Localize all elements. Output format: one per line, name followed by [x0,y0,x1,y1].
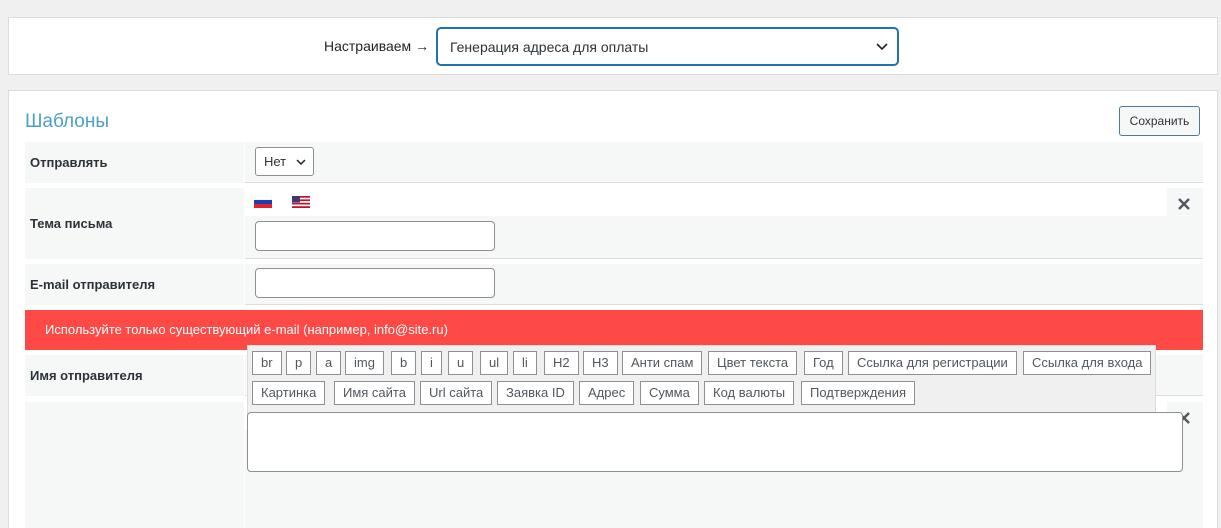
setting-label: Настраиваем → [324,38,430,54]
toolbar-button-amount[interactable]: Сумма [640,381,699,405]
sender-name-label: Имя отправителя [25,355,244,396]
toolbar-button-p[interactable]: p [286,351,312,375]
setting-select-value: Генерация адреса для оплаты [450,39,649,55]
chevron-down-icon [876,43,888,51]
body-label [25,402,244,528]
subject-input[interactable] [255,221,495,251]
sender-email-label: E-mail отправителя [25,264,244,305]
save-button[interactable]: Сохранить [1119,106,1200,136]
toolbar-button-address[interactable]: Адрес [579,381,635,405]
setting-select[interactable]: Генерация адреса для оплаты [437,28,898,65]
toolbar-button-text-color[interactable]: Цвет текста [708,351,798,375]
toolbar-button-image[interactable]: Картинка [252,381,326,405]
toolbar-button-u[interactable]: u [448,351,474,375]
toolbar-button-ul[interactable]: ul [480,351,509,375]
send-label: Отправлять [25,142,244,183]
panel-title: Шаблоны [25,111,110,132]
toolbar-button-i[interactable]: i [421,351,442,375]
close-icon[interactable] [1176,196,1192,212]
usa-flag-icon[interactable] [292,196,310,208]
toolbar-button-order-id[interactable]: Заявка ID [497,381,574,405]
toolbar-button-br[interactable]: br [252,351,282,375]
send-select[interactable]: Нет [255,147,314,176]
body-editor-textarea[interactable] [247,412,1183,472]
toolbar-button-li[interactable]: li [513,351,537,375]
toolbar-button-a[interactable]: a [316,351,342,375]
send-select-value: Нет [264,154,287,169]
toolbar-button-register-link[interactable]: Ссылка для регистрации [848,351,1017,375]
settings-topbar: Настраиваем → Генерация адреса для оплат… [8,17,1218,75]
toolbar-button-site-url[interactable]: Url сайта [420,381,493,405]
sender-email-input[interactable] [255,268,495,298]
toolbar-button-b[interactable]: b [391,351,417,375]
toolbar-button-site-name[interactable]: Имя сайта [334,381,415,405]
email-warning-alert: Используйте только существующий e-mail (… [25,310,1203,350]
subject-label: Тема письма [25,188,244,259]
toolbar-button-year[interactable]: Год [804,351,843,375]
subject-language-tabs [245,188,1167,216]
toolbar-button-currency-code[interactable]: Код валюты [704,381,795,405]
toolbar-button-login-link[interactable]: Ссылка для входа [1023,351,1152,375]
russia-flag-icon[interactable] [254,196,272,208]
toolbar-button-h3[interactable]: H3 [583,351,618,375]
toolbar-button-h2[interactable]: H2 [544,351,579,375]
toolbar-button-img[interactable]: img [345,351,384,375]
chevron-down-icon [296,159,306,166]
toolbar-button-antispam[interactable]: Анти спам [622,351,703,375]
editor-toolbar: br p a img b i u ul li H2 H3 Анти спам Ц… [247,345,1156,415]
toolbar-button-confirmations[interactable]: Подтверждения [801,381,916,405]
send-row: Нет [245,142,1203,183]
